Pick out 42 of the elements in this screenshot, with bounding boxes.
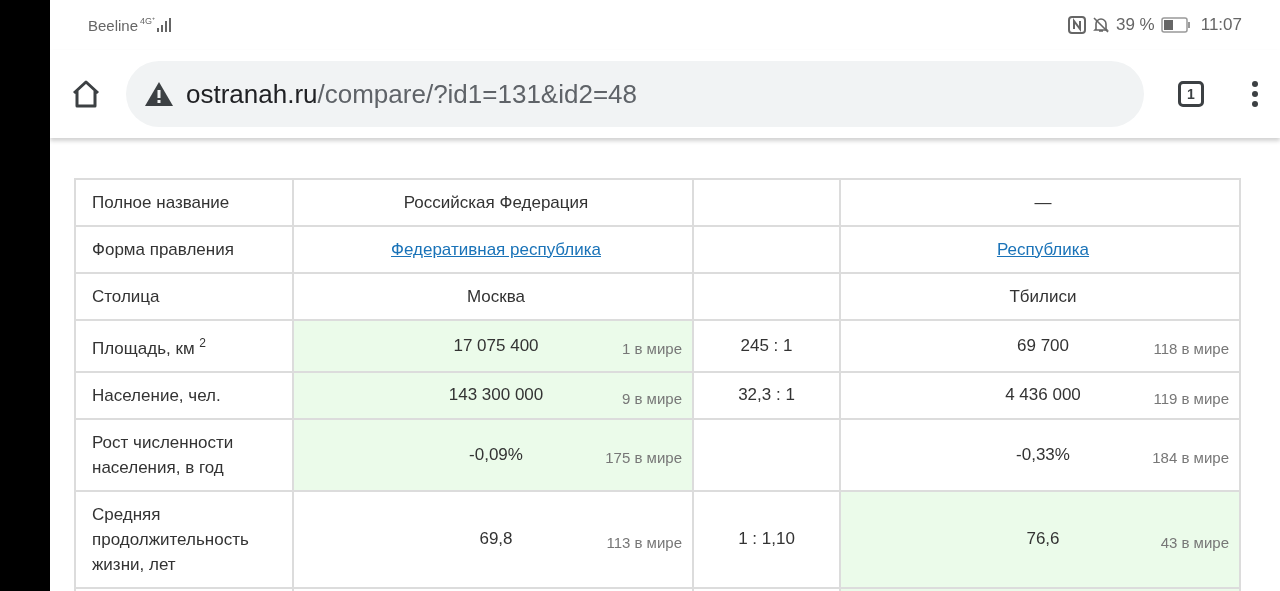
cell-value: 76,6: [1026, 529, 1060, 550]
cell-value: 69 700: [1017, 335, 1069, 356]
cell-value: 69,8: [479, 529, 513, 550]
battery-percent: 39 %: [1115, 15, 1155, 35]
table-cell: 32,3 : 1: [694, 372, 841, 420]
cell-value: -0,09%: [469, 444, 523, 465]
cell-value: Российская Федерация: [403, 192, 589, 213]
world-rank: 118 в мире: [1153, 340, 1229, 358]
network-type: 4G⁺: [140, 14, 156, 27]
table-cell: Полное название: [76, 180, 294, 227]
warning-icon: [144, 81, 174, 107]
battery-icon: [1160, 17, 1191, 33]
tab-count-button[interactable]: 1: [1178, 81, 1204, 107]
home-button[interactable]: [70, 78, 102, 110]
cell-value: 17 075 400: [453, 335, 539, 356]
world-rank: 1 в мире: [621, 340, 682, 358]
world-rank: 113 в мире: [606, 533, 682, 551]
menu-button[interactable]: [1250, 80, 1260, 108]
muted-bell-icon: [1091, 16, 1110, 34]
world-rank: 184 в мире: [1152, 449, 1229, 467]
cell-value: Тбилиси: [1009, 286, 1077, 307]
url-text: ostranah.ru/compare/?id1=131&id2=48: [186, 78, 637, 110]
cell-value: —: [1034, 192, 1052, 213]
clock: 11:07: [1200, 15, 1242, 35]
table-cell: 245 : 1: [694, 321, 841, 373]
cell-value: -0,33%: [1016, 444, 1070, 465]
address-bar[interactable]: ostranah.ru/compare/?id1=131&id2=48: [126, 61, 1144, 127]
table-cell: Столица: [76, 274, 294, 321]
value-link[interactable]: Республика: [996, 239, 1090, 260]
world-rank: 9 в мире: [621, 389, 682, 407]
world-rank: 119 в мире: [1153, 389, 1229, 407]
carrier-name: Beeline: [88, 16, 139, 34]
world-rank: 175 в мире: [605, 449, 682, 467]
world-rank: 43 в мире: [1160, 533, 1229, 551]
value-link[interactable]: Федеративная республика: [391, 239, 601, 260]
cell-value: 4 436 000: [1005, 385, 1081, 406]
table-cell: Средняя продолжительность жизни, лет: [76, 491, 294, 589]
nfc-icon: [1067, 16, 1086, 34]
cell-value: Москва: [466, 286, 525, 307]
table-cell: Форма правления: [76, 227, 294, 274]
cell-value: 143 300 000: [448, 385, 544, 406]
signal-icon: [157, 17, 174, 33]
